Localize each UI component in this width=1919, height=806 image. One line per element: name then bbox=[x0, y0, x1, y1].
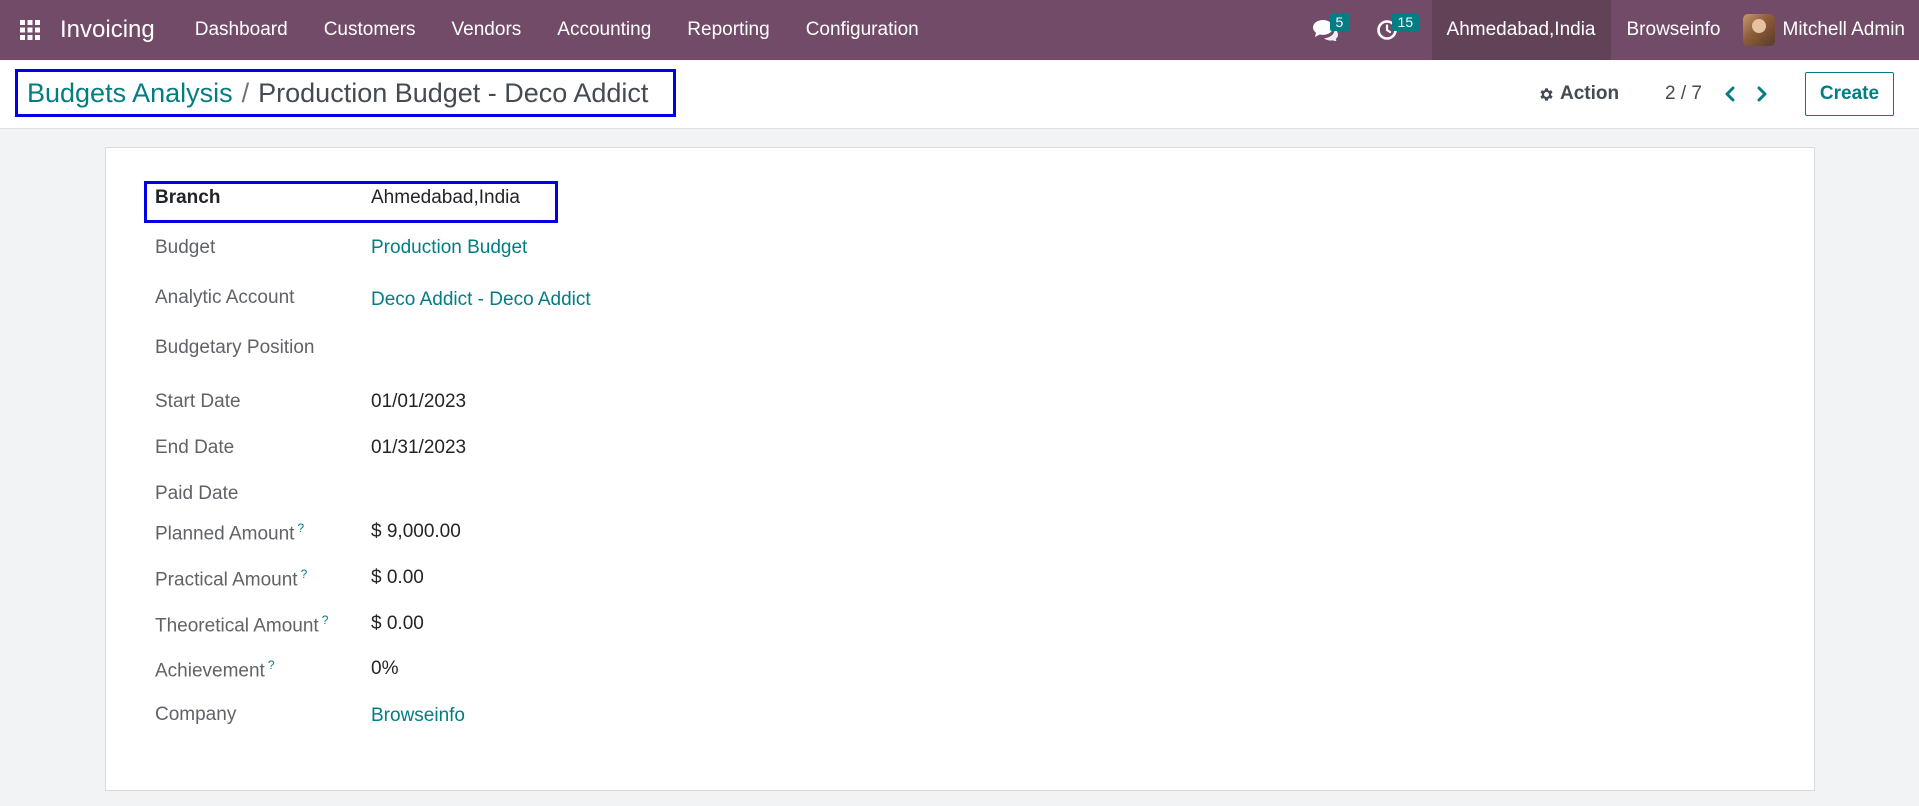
achievement-help-icon[interactable]: ? bbox=[268, 658, 275, 672]
analytic-account-label: Analytic Account bbox=[155, 287, 295, 308]
end-date-value[interactable]: 01/31/2023 bbox=[371, 437, 466, 459]
chevron-right-icon bbox=[1757, 86, 1767, 102]
budget-link[interactable]: Production Budget bbox=[371, 237, 527, 259]
planned-amount-value[interactable]: $ 9,000.00 bbox=[371, 521, 461, 543]
company-label: Company bbox=[155, 704, 237, 725]
theoretical-amount-value[interactable]: $ 0.00 bbox=[371, 613, 424, 635]
end-date-label: End Date bbox=[155, 437, 235, 458]
chevron-left-icon bbox=[1725, 86, 1735, 102]
action-button[interactable]: Action bbox=[1538, 60, 1619, 128]
theoretical-amount-label: Theoretical Amount? bbox=[155, 613, 329, 637]
paid-date-label: Paid Date bbox=[155, 483, 239, 504]
company-link[interactable]: Browseinfo bbox=[371, 705, 465, 727]
create-button[interactable]: Create bbox=[1805, 72, 1894, 116]
budgetary-position-label: Budgetary Position bbox=[155, 337, 315, 358]
budget-label: Budget bbox=[155, 237, 216, 258]
form-sheet: Branch Ahmedabad,India Budget Production… bbox=[105, 147, 1815, 791]
action-label: Action bbox=[1560, 83, 1620, 104]
practical-amount-label: Practical Amount? bbox=[155, 567, 308, 591]
breadcrumb-budgets-analysis[interactable]: Budgets Analysis bbox=[27, 78, 233, 109]
field-achievement: Achievement? 0% bbox=[106, 655, 806, 685]
field-budget: Budget Production Budget bbox=[106, 234, 806, 264]
field-start-date: Start Date 01/01/2023 bbox=[106, 388, 806, 418]
breadcrumb-separator: / bbox=[241, 77, 250, 108]
planned-amount-label: Planned Amount? bbox=[155, 521, 305, 545]
practical-amount-value[interactable]: $ 0.00 bbox=[371, 567, 424, 589]
start-date-label: Start Date bbox=[155, 391, 241, 412]
user-name: Mitchell Admin bbox=[1782, 19, 1906, 40]
pager-value[interactable]: 2 / 7 bbox=[1665, 60, 1702, 128]
messaging-button[interactable]: 5 bbox=[1294, 0, 1356, 60]
app-name[interactable]: Invoicing bbox=[60, 16, 155, 44]
control-panel: Budgets Analysis / Production Budget - D… bbox=[0, 60, 1919, 129]
apps-grid-icon[interactable] bbox=[0, 0, 60, 60]
theoretical-amount-help-icon[interactable]: ? bbox=[322, 613, 329, 627]
activities-count-badge: 15 bbox=[1391, 13, 1420, 31]
top-navbar: Invoicing Dashboard Customers Vendors Ac… bbox=[0, 0, 1919, 60]
field-analytic-account: Analytic Account Deco Addict - Deco Addi… bbox=[106, 284, 806, 314]
field-budgetary-position: Budgetary Position bbox=[106, 334, 806, 364]
analytic-account-link[interactable]: Deco Addict - Deco Addict bbox=[371, 289, 591, 311]
field-paid-date: Paid Date bbox=[106, 480, 806, 510]
planned-amount-help-icon[interactable]: ? bbox=[297, 521, 304, 535]
menu-reporting[interactable]: Reporting bbox=[669, 0, 787, 60]
menu-configuration[interactable]: Configuration bbox=[788, 0, 937, 60]
field-end-date: End Date 01/31/2023 bbox=[106, 434, 806, 464]
branch-label: Branch bbox=[155, 187, 221, 208]
pager-next-button[interactable] bbox=[1749, 80, 1775, 108]
field-planned-amount: Planned Amount? $ 9,000.00 bbox=[106, 518, 806, 548]
user-menu[interactable]: Mitchell Admin bbox=[1742, 0, 1919, 60]
start-date-value[interactable]: 01/01/2023 bbox=[371, 391, 466, 413]
field-theoretical-amount: Theoretical Amount? $ 0.00 bbox=[106, 610, 806, 640]
gear-icon bbox=[1540, 87, 1553, 101]
menu-customers[interactable]: Customers bbox=[306, 0, 434, 60]
breadcrumb: Budgets Analysis / Production Budget - D… bbox=[15, 69, 676, 117]
achievement-value[interactable]: 0% bbox=[371, 658, 398, 680]
achievement-label: Achievement? bbox=[155, 658, 275, 682]
navbar-systray: 5 15 Ahmedabad,India Browseinfo Mitchell… bbox=[1294, 0, 1919, 60]
menu-vendors[interactable]: Vendors bbox=[434, 0, 540, 60]
menu-dashboard[interactable]: Dashboard bbox=[177, 0, 306, 60]
branch-value[interactable]: Ahmedabad,India bbox=[371, 187, 520, 209]
avatar bbox=[1742, 14, 1775, 46]
messages-count-badge: 5 bbox=[1329, 13, 1350, 31]
menu-accounting[interactable]: Accounting bbox=[539, 0, 669, 60]
activities-button[interactable]: 15 bbox=[1356, 0, 1420, 60]
practical-amount-help-icon[interactable]: ? bbox=[301, 567, 308, 581]
field-practical-amount: Practical Amount? $ 0.00 bbox=[106, 564, 806, 594]
field-company: Company Browseinfo bbox=[106, 701, 806, 731]
company-switcher[interactable]: Browseinfo bbox=[1611, 0, 1743, 60]
main-menu: Dashboard Customers Vendors Accounting R… bbox=[177, 0, 937, 60]
branch-switcher[interactable]: Ahmedabad,India bbox=[1431, 0, 1611, 60]
pager-previous-button[interactable] bbox=[1717, 80, 1743, 108]
field-branch: Branch Ahmedabad,India bbox=[106, 184, 806, 214]
breadcrumb-current-record: Production Budget - Deco Addict bbox=[258, 77, 649, 108]
